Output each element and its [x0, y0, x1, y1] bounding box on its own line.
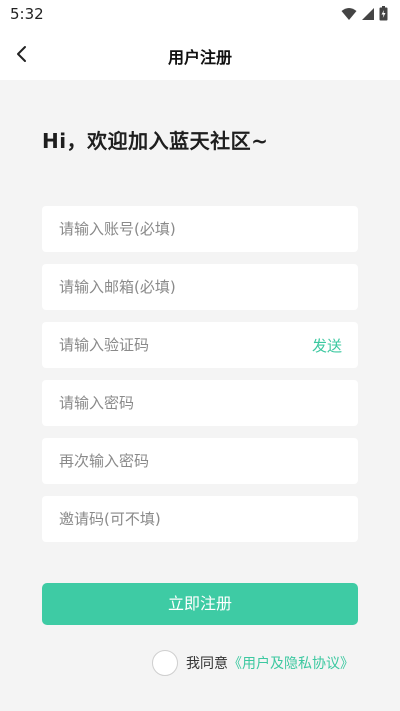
wifi-icon: [341, 7, 357, 20]
email-field: [42, 264, 358, 310]
password-field: [42, 380, 358, 426]
agreement-checkbox[interactable]: [152, 650, 178, 676]
verification-code-field: 发送: [42, 322, 358, 368]
privacy-agreement-link[interactable]: 《用户及隐私协议》: [228, 653, 354, 673]
status-bar: 5:32: [0, 0, 400, 28]
signal-icon: [362, 7, 374, 20]
agreement-row: 我同意 《用户及隐私协议》: [152, 650, 354, 676]
register-button[interactable]: 立即注册: [42, 583, 358, 625]
status-time: 5:32: [10, 5, 44, 23]
account-field: [42, 206, 358, 252]
agreement-prefix: 我同意: [186, 656, 228, 672]
account-input[interactable]: [42, 206, 358, 252]
page-title: 用户注册: [167, 48, 232, 67]
confirm-password-input[interactable]: [42, 438, 358, 484]
invite-code-field: [42, 496, 358, 542]
send-code-button[interactable]: 发送: [312, 335, 342, 356]
status-icons: [341, 6, 388, 21]
invite-code-input[interactable]: [42, 496, 358, 542]
verification-code-input[interactable]: [42, 322, 358, 368]
confirm-password-field: [42, 438, 358, 484]
password-input[interactable]: [42, 380, 358, 426]
battery-icon: [379, 6, 388, 21]
email-input[interactable]: [42, 264, 358, 310]
nav-bar: 用户注册: [0, 28, 400, 80]
welcome-heading: Hi，欢迎加入蓝天社区~: [42, 129, 269, 153]
